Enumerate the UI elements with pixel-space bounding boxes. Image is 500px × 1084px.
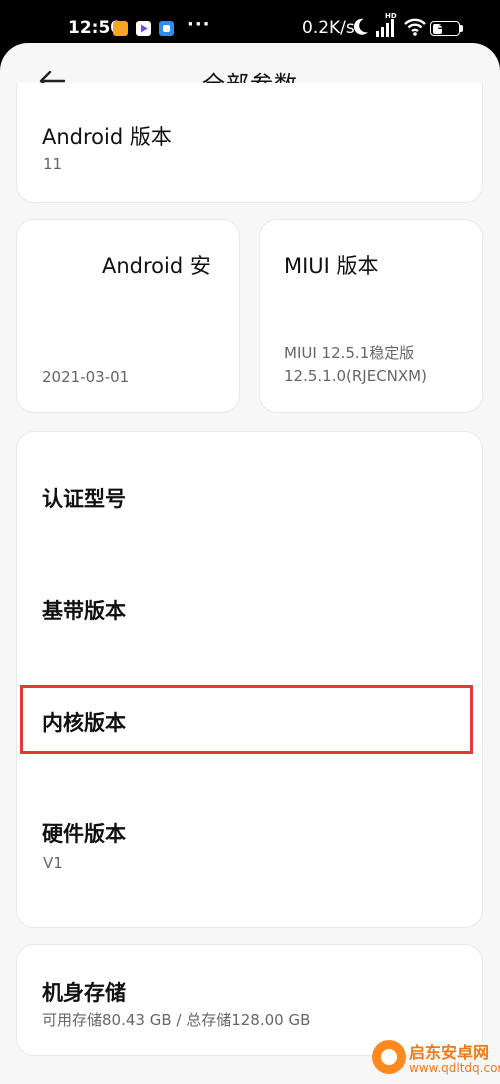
notes-app-icon: [113, 21, 128, 36]
list-item-label: 硬件版本: [42, 822, 126, 846]
network-speed: 0.2K/s: [302, 18, 355, 38]
more-notifications-icon: ···: [187, 14, 211, 35]
highlight-box: [20, 685, 473, 754]
storage-value: 可用存储80.43 GB / 总存储128.00 GB: [42, 1011, 311, 1029]
battery-tip: [460, 25, 463, 32]
security-patch-card[interactable]: Android 安 2021-03-01: [16, 219, 240, 413]
list-item-label: 基带版本: [42, 599, 126, 623]
miui-version-value: MIUI 12.5.1稳定版 12.5.1.0(RJECNXM): [284, 342, 427, 388]
watermark: 启东安卓网 www.qdltdq.com: [372, 1036, 500, 1084]
wifi-icon: [403, 17, 427, 41]
message-app-icon: [159, 21, 174, 36]
watermark-url: www.qdltdq.com: [409, 1061, 500, 1075]
list-item-hardware-version[interactable]: 硬件版本 V1: [17, 768, 482, 908]
watermark-name: 启东安卓网: [409, 1043, 490, 1062]
security-patch-value: 2021-03-01: [42, 368, 130, 386]
battery-icon: 39: [430, 21, 460, 36]
list-item-value: V1: [43, 854, 63, 872]
android-version-value: 11: [43, 155, 63, 173]
watermark-logo-inner: [381, 1049, 397, 1065]
list-item-certified-model[interactable]: 认证型号: [17, 432, 482, 544]
android-version-card[interactable]: Android 版本 11: [16, 83, 483, 203]
cell-signal-icon: [374, 17, 400, 43]
miui-version-label: MIUI 版本: [284, 254, 379, 278]
moon-icon: [352, 17, 370, 41]
storage-label: 机身存储: [42, 981, 126, 1005]
list-item-label: 认证型号: [42, 487, 126, 511]
battery-level: 39: [437, 21, 452, 32]
hd-label: HD: [385, 12, 397, 20]
parameters-sheet: 全部参数 Android 版本 11 Android 安 2021-03-01 …: [0, 43, 500, 1084]
screen: 12:50 ··· 0.2K/s HD 39 Android 版本 11 And…: [0, 0, 500, 1084]
android-version-label: Android 版本: [42, 125, 172, 149]
video-app-icon: [136, 21, 151, 36]
miui-version-card[interactable]: MIUI 版本 MIUI 12.5.1稳定版 12.5.1.0(RJECNXM): [259, 219, 483, 413]
list-item-baseband-version[interactable]: 基带版本: [17, 544, 482, 656]
security-patch-label: Android 安: [102, 254, 211, 278]
miui-version-line-1: MIUI 12.5.1稳定版: [284, 344, 415, 362]
params-list-card: 认证型号 基带版本 内核版本 硬件版本 V1: [16, 431, 483, 928]
miui-version-line-2: 12.5.1.0(RJECNXM): [284, 367, 427, 385]
watermark-logo-icon: [372, 1040, 406, 1074]
